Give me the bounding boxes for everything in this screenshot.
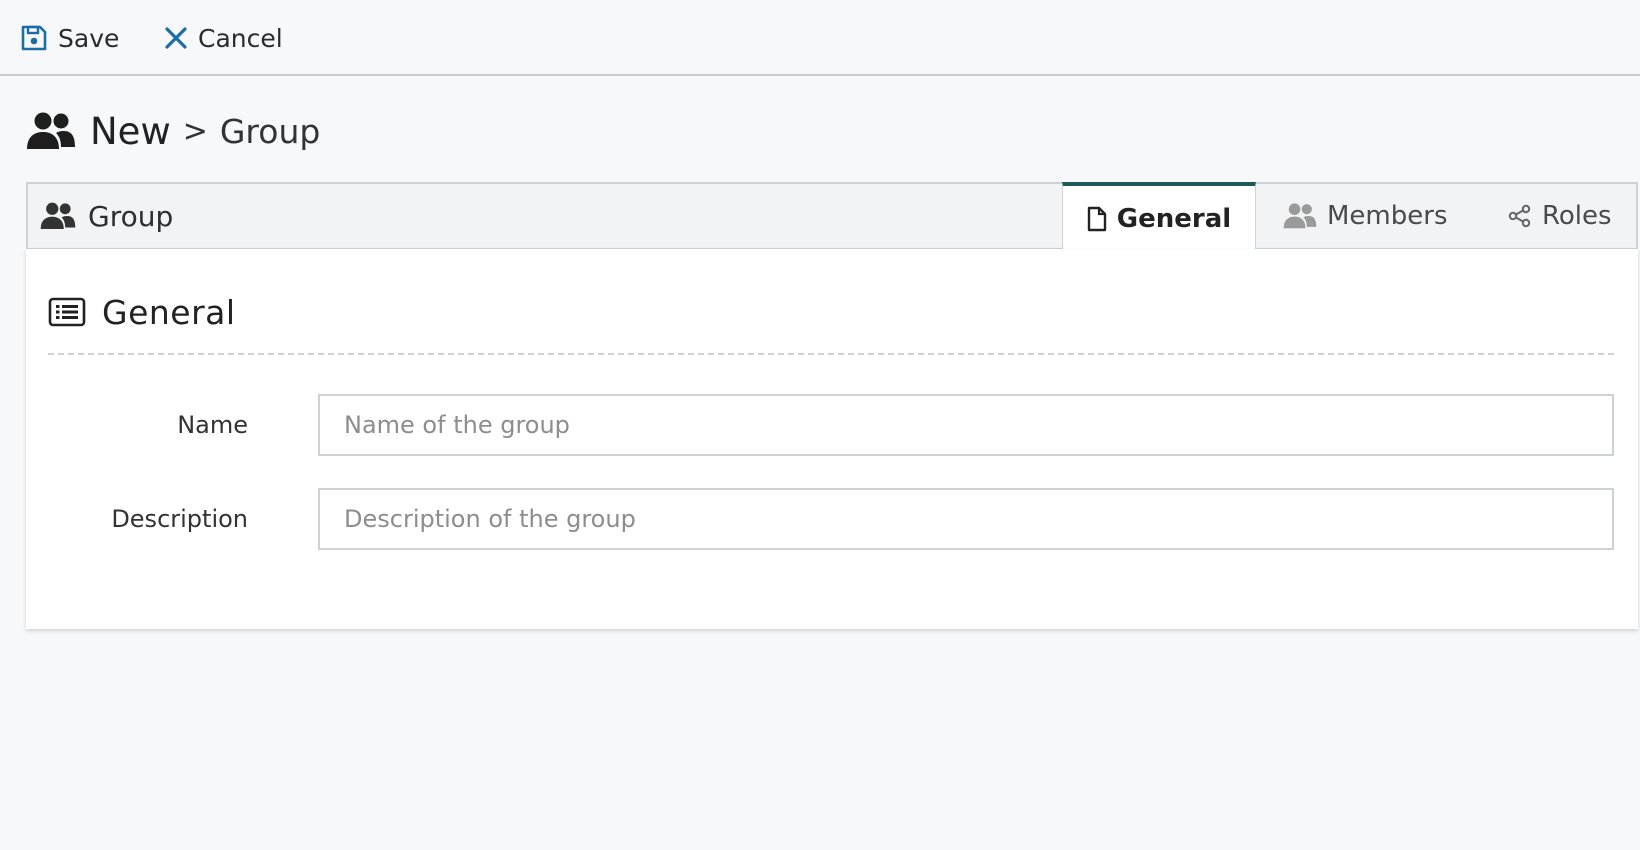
entity-label: Group	[40, 184, 173, 248]
content-panel: General Name Description	[26, 249, 1638, 629]
users-icon	[1283, 203, 1317, 229]
description-input[interactable]	[318, 488, 1614, 550]
breadcrumb-separator: >	[182, 113, 208, 149]
breadcrumb-group: Group	[219, 111, 321, 151]
list-icon	[48, 297, 86, 327]
tab-members[interactable]: Members	[1283, 182, 1453, 250]
tab-roles[interactable]: Roles	[1508, 182, 1628, 250]
share-nodes-icon	[1508, 204, 1531, 228]
description-label: Description	[111, 505, 248, 533]
users-icon	[40, 202, 76, 229]
cancel-button[interactable]: Cancel	[164, 0, 283, 76]
users-icon	[27, 112, 75, 149]
name-label: Name	[177, 411, 248, 439]
save-button[interactable]: Save	[20, 0, 119, 76]
breadcrumb-new: New	[90, 109, 171, 153]
tab-general[interactable]: General	[1062, 182, 1256, 252]
section-title: General	[48, 287, 236, 337]
breadcrumb: New > Group	[26, 106, 320, 156]
entity-label-text: Group	[88, 199, 174, 233]
tab-general-label: General	[1116, 204, 1232, 234]
section-title-text: General	[102, 292, 236, 332]
close-icon	[165, 27, 187, 49]
save-label: Save	[58, 23, 120, 53]
tab-members-label: Members	[1327, 201, 1448, 231]
document-icon	[1087, 206, 1106, 232]
section-divider	[48, 353, 1614, 355]
toolbar: Save Cancel	[0, 0, 1640, 76]
tab-roles-label: Roles	[1542, 201, 1612, 231]
name-input[interactable]	[318, 394, 1614, 456]
tab-bar: Group General Members Roles	[26, 182, 1638, 252]
floppy-disk-icon	[21, 25, 47, 51]
cancel-label: Cancel	[198, 23, 283, 53]
